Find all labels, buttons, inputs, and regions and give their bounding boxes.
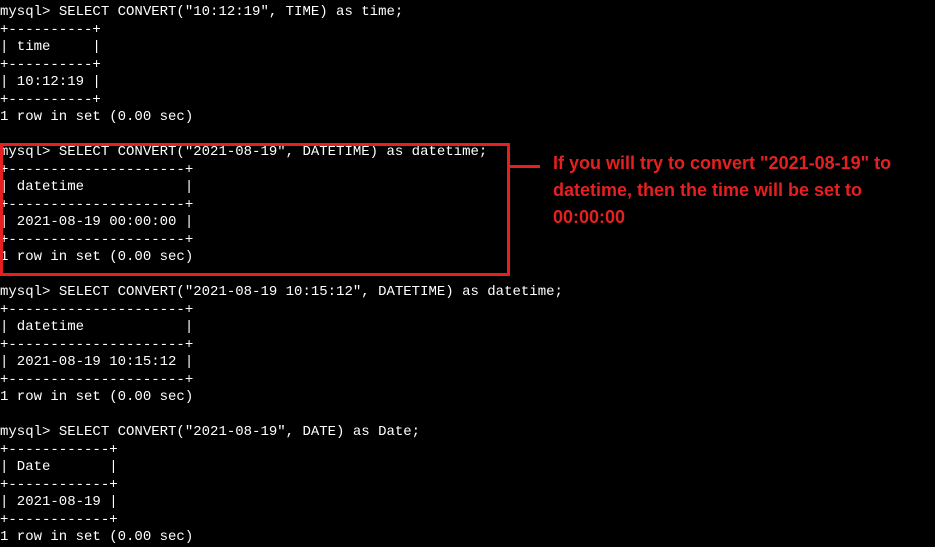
annotation-text: If you will try to convert "2021-08-19" …	[553, 150, 923, 231]
table-header: | datetime |	[0, 319, 935, 337]
result-footer: 1 row in set (0.00 sec)	[0, 109, 935, 127]
query-line: mysql> SELECT CONVERT("2021-08-19 10:15:…	[0, 284, 935, 302]
table-row: | 2021-08-19 |	[0, 494, 935, 512]
sql-query: SELECT CONVERT("10:12:19", TIME) as time…	[59, 4, 403, 20]
sql-query: SELECT CONVERT("2021-08-19", DATETIME) a…	[59, 144, 487, 160]
table-border: +------------+	[0, 512, 935, 530]
sql-query: SELECT CONVERT("2021-08-19", DATE) as Da…	[59, 424, 420, 440]
table-border: +----------+	[0, 57, 935, 75]
result-footer: 1 row in set (0.00 sec)	[0, 389, 935, 407]
annotation-connector	[510, 165, 540, 168]
mysql-prompt: mysql>	[0, 424, 59, 440]
query-line: mysql> SELECT CONVERT("10:12:19", TIME) …	[0, 4, 935, 22]
result-footer: 1 row in set (0.00 sec)	[0, 249, 935, 267]
table-header: | Date |	[0, 459, 935, 477]
table-border: +------------+	[0, 477, 935, 495]
mysql-prompt: mysql>	[0, 4, 59, 20]
mysql-prompt: mysql>	[0, 284, 59, 300]
table-border: +---------------------+	[0, 232, 935, 250]
table-row: | 2021-08-19 10:15:12 |	[0, 354, 935, 372]
table-border: +---------------------+	[0, 337, 935, 355]
terminal-output[interactable]: mysql> SELECT CONVERT("10:12:19", TIME) …	[0, 4, 935, 547]
table-border: +---------------------+	[0, 372, 935, 390]
mysql-prompt: mysql>	[0, 144, 59, 160]
table-header: | time |	[0, 39, 935, 57]
table-border: +---------------------+	[0, 302, 935, 320]
table-border: +------------+	[0, 442, 935, 460]
table-border: +----------+	[0, 22, 935, 40]
table-row: | 10:12:19 |	[0, 74, 935, 92]
query-line: mysql> SELECT CONVERT("2021-08-19", DATE…	[0, 424, 935, 442]
table-border: +----------+	[0, 92, 935, 110]
sql-query: SELECT CONVERT("2021-08-19 10:15:12", DA…	[59, 284, 563, 300]
result-footer: 1 row in set (0.00 sec)	[0, 529, 935, 547]
